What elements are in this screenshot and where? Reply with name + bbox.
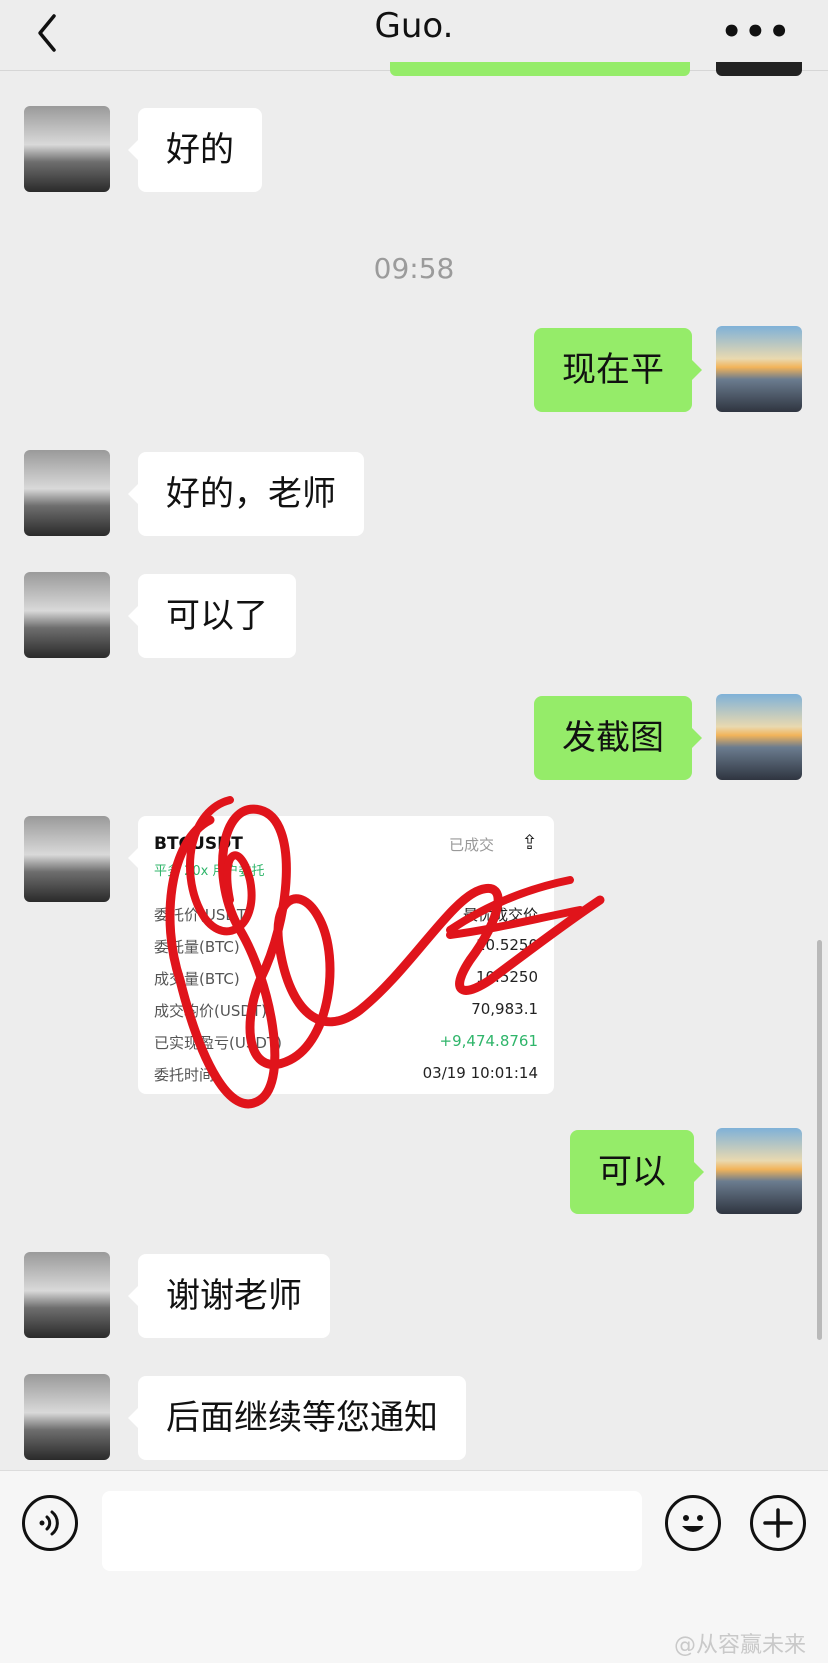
previous-sent-bubble-edge [390,62,690,76]
trade-pair: BTCUSDT [154,834,243,854]
my-avatar[interactable] [716,326,802,412]
received-message[interactable]: 谢谢老师 [128,1254,330,1338]
received-message[interactable]: 好的 [128,108,262,192]
trade-order-type: 平多 20x 用户委托 [154,864,265,879]
input-bar: @从容赢未来 [0,1470,828,1663]
trade-row: 委托量(BTC) 10.5250 [154,936,538,960]
trade-screenshot-image[interactable]: BTCUSDT 平多 20x 用户委托 已成交 ⇪ 委托价(USDT) 最优成交… [128,816,554,1094]
trade-row-label: 已实现盈亏(USDT) [154,1034,282,1052]
trade-row-label: 成交均价(USDT) [154,1002,267,1020]
trade-row-label: 成交量(BTC) [154,970,240,988]
chat-header: Guo. ••• [0,0,828,71]
trade-row: 已实现盈亏(USDT) +9,474.8761 [154,1032,538,1056]
message-timestamp: 09:58 [373,252,455,285]
trade-row-value: 10.5250 [475,968,538,986]
contact-avatar[interactable] [24,572,110,658]
chat-title: Guo. [374,6,454,46]
trade-row-value: 03/19 10:01:14 [422,1064,538,1082]
trade-row: 成交量(BTC) 10.5250 [154,968,538,992]
trade-row-value: +9,474.8761 [439,1032,538,1050]
contact-avatar[interactable] [24,450,110,536]
share-icon: ⇪ [521,830,538,854]
my-avatar[interactable] [716,1128,802,1214]
trade-row: 成交均价(USDT) 70,983.1 [154,1000,538,1024]
previous-avatar-edge [716,62,802,76]
received-message[interactable]: 好的，老师 [128,452,364,536]
sent-message[interactable]: 发截图 [534,696,702,780]
trade-row-value: 最优成交价 [462,906,538,924]
received-message[interactable]: 后面继续等您通知 [128,1376,466,1460]
trade-row: 委托时间 03/19 10:01:14 [154,1064,538,1088]
plus-icon[interactable] [750,1495,806,1551]
trade-row-label: 委托时间 [154,1066,215,1084]
sent-message[interactable]: 现在平 [534,328,702,412]
trade-row-label: 委托价(USDT) [154,906,252,924]
chat-scrollbar[interactable] [817,940,822,1340]
emoji-icon[interactable] [665,1495,721,1551]
trade-row-value: 70,983.1 [471,1000,538,1018]
message-input[interactable] [102,1491,642,1571]
trade-row-label: 委托量(BTC) [154,938,240,956]
voice-input-icon[interactable] [22,1495,78,1551]
my-avatar[interactable] [716,694,802,780]
trade-status: 已成交 [448,836,494,854]
received-message[interactable]: 可以了 [128,574,296,658]
contact-avatar[interactable] [24,816,110,902]
contact-avatar[interactable] [24,1252,110,1338]
trade-row: 委托价(USDT) 最优成交价 [154,904,538,928]
trade-row-value: 10.5250 [475,936,538,954]
contact-avatar[interactable] [24,1374,110,1460]
contact-avatar[interactable] [24,106,110,192]
weibo-watermark: @从容赢未来 [673,1633,806,1658]
more-options-icon[interactable]: ••• [721,12,792,52]
sent-message[interactable]: 可以 [570,1130,704,1214]
